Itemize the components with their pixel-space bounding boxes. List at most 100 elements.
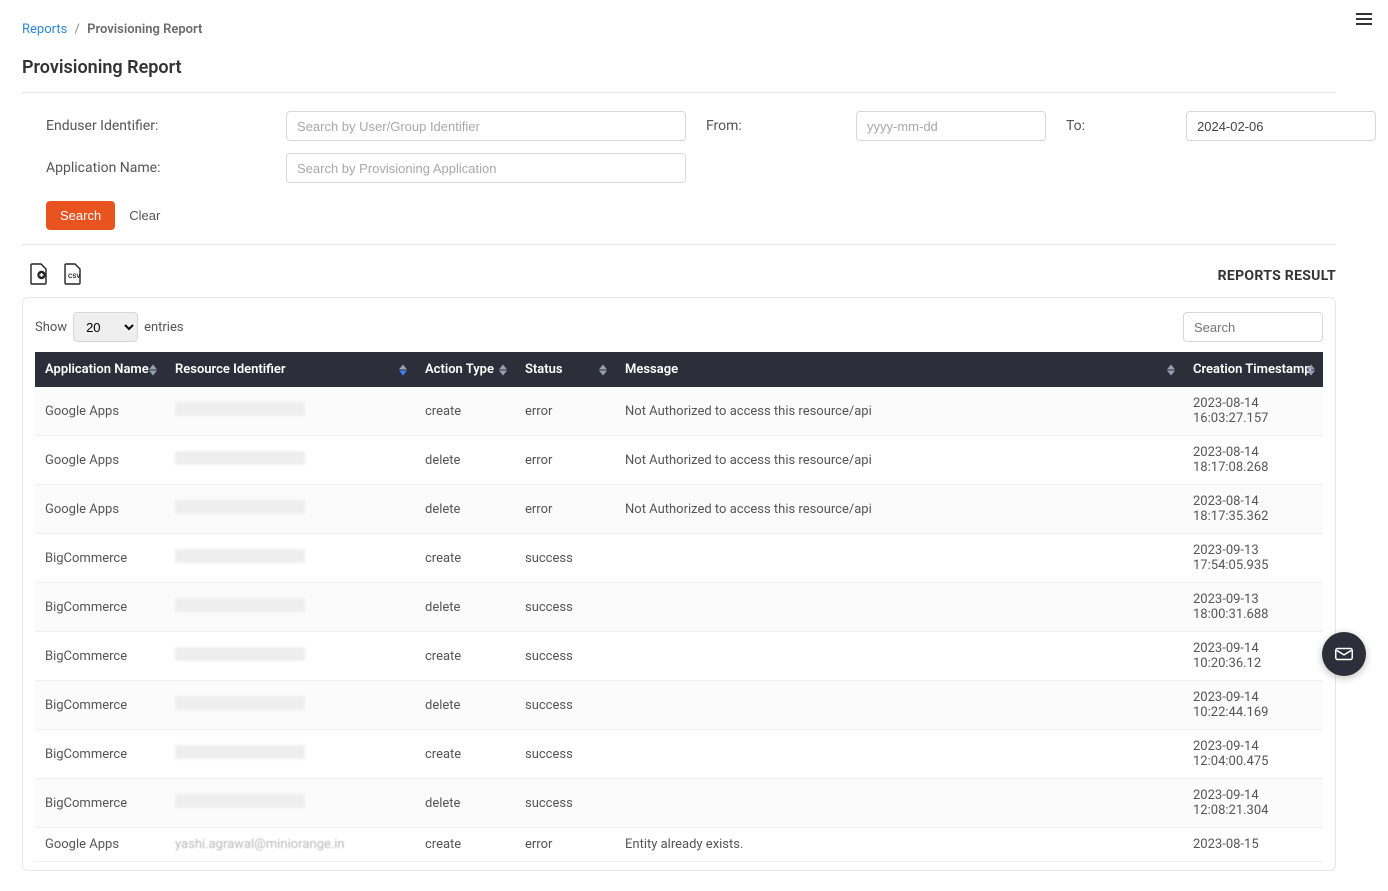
- from-date-label: From:: [706, 118, 836, 134]
- cell-message: Entity already exists.: [615, 828, 1183, 862]
- table-row: BigCommercecreatesuccess2023-09-13 17:54…: [35, 534, 1323, 583]
- cell-resource-identifier: [165, 583, 415, 632]
- cell-creation-timestamp: 2023-08-14 16:03:27.157: [1183, 387, 1323, 436]
- from-date-input[interactable]: [856, 111, 1046, 141]
- cell-message: Not Authorized to access this resource/a…: [615, 436, 1183, 485]
- cell-action-type: create: [415, 730, 515, 779]
- cell-application-name: Google Apps: [35, 387, 165, 436]
- breadcrumb-root-link[interactable]: Reports: [22, 22, 67, 37]
- cell-status: success: [515, 730, 615, 779]
- cell-status: success: [515, 632, 615, 681]
- cell-status: error: [515, 828, 615, 862]
- application-name-label: Application Name:: [46, 160, 266, 176]
- export-csv-icon[interactable]: CSV: [62, 263, 82, 289]
- show-label: Show: [35, 320, 67, 335]
- table-row: Google Apps createerrorNot Authorized to …: [35, 387, 1323, 436]
- col-header-action-type[interactable]: Action Type: [415, 352, 515, 387]
- divider: [22, 244, 1336, 245]
- cell-status: success: [515, 681, 615, 730]
- table-row: BigCommercecreatesuccess2023-09-14 12:04…: [35, 730, 1323, 779]
- sort-icon: [499, 364, 507, 375]
- to-date-input[interactable]: [1186, 111, 1376, 141]
- cell-resource-identifier: yashi.agrawal@miniorange.in: [165, 828, 415, 862]
- cell-action-type: delete: [415, 583, 515, 632]
- table-search-input[interactable]: [1183, 312, 1323, 342]
- reports-result-label: REPORTS RESULT: [1218, 268, 1336, 284]
- cell-resource-identifier: [165, 436, 415, 485]
- cell-message: Not Authorized to access this resource/a…: [615, 485, 1183, 534]
- col-header-creation-timestamp[interactable]: Creation Timestamp: [1183, 352, 1323, 387]
- sort-icon: [149, 364, 157, 375]
- export-pdf-icon[interactable]: [28, 263, 48, 289]
- page-size-select[interactable]: 20: [73, 312, 138, 342]
- entries-label: entries: [144, 320, 184, 335]
- cell-application-name: BigCommerce: [35, 730, 165, 779]
- col-header-application-name[interactable]: Application Name: [35, 352, 165, 387]
- sort-icon: [1307, 364, 1315, 375]
- cell-status: error: [515, 485, 615, 534]
- cell-application-name: BigCommerce: [35, 583, 165, 632]
- cell-action-type: delete: [415, 681, 515, 730]
- cell-resource-identifier: [165, 730, 415, 779]
- cell-creation-timestamp: 2023-09-14 10:22:44.169: [1183, 681, 1323, 730]
- cell-action-type: create: [415, 828, 515, 862]
- col-header-resource-identifier[interactable]: Resource Identifier: [165, 352, 415, 387]
- cell-action-type: create: [415, 387, 515, 436]
- cell-creation-timestamp: 2023-09-14 12:08:21.304: [1183, 779, 1323, 828]
- cell-action-type: delete: [415, 485, 515, 534]
- cell-message: [615, 681, 1183, 730]
- cell-application-name: BigCommerce: [35, 779, 165, 828]
- results-table: Application Name Resource Identifier Act…: [35, 352, 1323, 862]
- col-header-status[interactable]: Status: [515, 352, 615, 387]
- page-title: Provisioning Report: [22, 57, 1336, 78]
- cell-creation-timestamp: 2023-09-14 10:20:36.12: [1183, 632, 1323, 681]
- cell-creation-timestamp: 2023-09-13 18:00:31.688: [1183, 583, 1323, 632]
- cell-action-type: create: [415, 534, 515, 583]
- hamburger-menu-button[interactable]: [1356, 10, 1378, 28]
- cell-status: success: [515, 534, 615, 583]
- sort-icon: [599, 364, 607, 375]
- svg-text:CSV: CSV: [68, 274, 80, 280]
- cell-resource-identifier: [165, 387, 415, 436]
- clear-button[interactable]: Clear: [129, 208, 160, 223]
- cell-message: [615, 730, 1183, 779]
- cell-resource-identifier: [165, 681, 415, 730]
- results-table-card: Show 20 entries Application Name Resourc…: [22, 297, 1336, 871]
- cell-message: [615, 632, 1183, 681]
- chat-support-button[interactable]: [1322, 632, 1366, 676]
- cell-action-type: delete: [415, 779, 515, 828]
- cell-creation-timestamp: 2023-08-14 18:17:35.362: [1183, 485, 1323, 534]
- cell-resource-identifier: [165, 534, 415, 583]
- sort-icon: [1167, 364, 1175, 375]
- enduser-identifier-label: Enduser Identifier:: [46, 118, 266, 134]
- cell-resource-identifier: [165, 485, 415, 534]
- search-button[interactable]: Search: [46, 201, 115, 230]
- cell-action-type: delete: [415, 436, 515, 485]
- cell-message: [615, 534, 1183, 583]
- cell-creation-timestamp: 2023-09-13 17:54:05.935: [1183, 534, 1323, 583]
- breadcrumb: Reports / Provisioning Report: [22, 22, 1336, 37]
- cell-status: success: [515, 583, 615, 632]
- table-row: BigCommercedeletesuccess2023-09-14 10:22…: [35, 681, 1323, 730]
- to-date-label: To:: [1066, 118, 1166, 134]
- cell-message: [615, 779, 1183, 828]
- cell-status: error: [515, 387, 615, 436]
- cell-action-type: create: [415, 632, 515, 681]
- table-row: BigCommercecreatesuccess2023-09-14 10:20…: [35, 632, 1323, 681]
- col-header-message[interactable]: Message: [615, 352, 1183, 387]
- enduser-identifier-input[interactable]: [286, 111, 686, 141]
- divider: [22, 92, 1336, 93]
- cell-application-name: Google Apps: [35, 436, 165, 485]
- cell-creation-timestamp: 2023-08-15: [1183, 828, 1323, 862]
- application-name-input[interactable]: [286, 153, 686, 183]
- table-row: Google Apps deleteerrorNot Authorized to …: [35, 436, 1323, 485]
- cell-application-name: Google Apps: [35, 485, 165, 534]
- cell-status: success: [515, 779, 615, 828]
- cell-status: error: [515, 436, 615, 485]
- cell-application-name: Google Apps: [35, 828, 165, 862]
- cell-message: Not Authorized to access this resource/a…: [615, 387, 1183, 436]
- cell-resource-identifier: [165, 632, 415, 681]
- cell-resource-identifier: [165, 779, 415, 828]
- sort-icon: [399, 364, 407, 375]
- table-row: Google Appsyashi.agrawal@miniorange.incr…: [35, 828, 1323, 862]
